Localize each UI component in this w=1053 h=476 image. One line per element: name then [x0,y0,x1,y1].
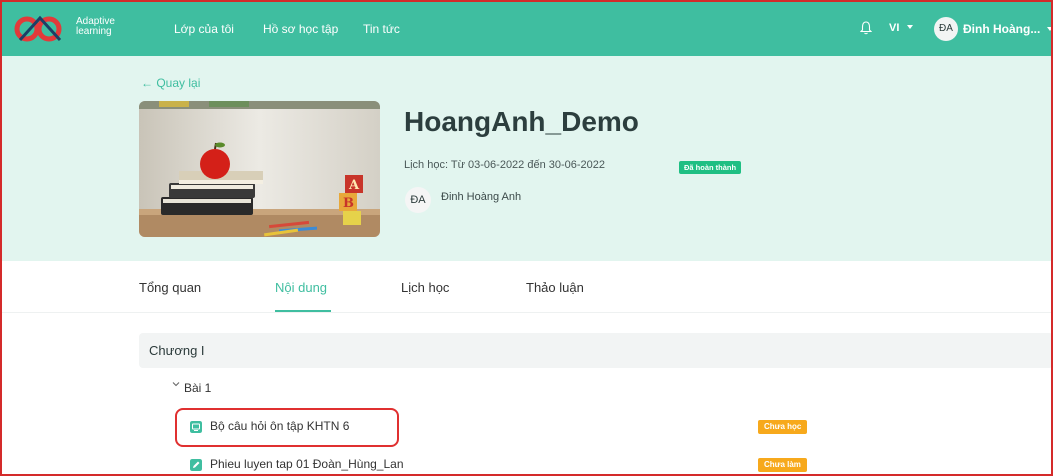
brand-line-2: learning [76,26,112,37]
nav-learning-profile[interactable]: Hồ sơ học tập [263,22,338,36]
status-badge: Đã hoàn thành [679,161,742,174]
status-badge: Chưa học [758,420,808,434]
chapter-header[interactable] [139,333,1053,368]
user-avatar[interactable]: ĐA [934,17,958,41]
course-cover-image: A B [139,101,380,237]
svg-text:B: B [343,196,354,211]
adaptive-learning-logo[interactable] [14,14,66,44]
tab-overview[interactable]: Tổng quan [139,280,201,295]
lesson-title[interactable]: Bài 1 [184,381,211,395]
course-schedule: Lịch học: Từ 03-06-2022 đến 30-06-2022 [404,159,606,171]
tab-content[interactable]: Nội dung [275,280,327,295]
chevron-down-icon[interactable] [172,380,180,388]
bell-icon[interactable] [860,21,872,35]
chevron-down-icon [1047,27,1053,31]
user-menu[interactable]: Đinh Hoàng... [963,22,1040,36]
content-item-label[interactable]: Phieu luyen tap 01 Đoàn_Hùng_Lan [210,457,404,471]
highlight-annotation [175,408,399,447]
teacher-avatar: ĐA [405,187,431,213]
nav-my-classes[interactable]: Lớp của tôi [174,22,234,36]
active-tab-indicator [275,310,331,312]
back-link[interactable]: ← Quay lại [141,76,200,90]
chapter-title: Chương I [149,343,205,358]
tab-discussion[interactable]: Thảo luận [526,280,584,295]
svg-text:A: A [348,178,360,193]
nav-news[interactable]: Tin tức [363,22,400,36]
cover-illustration: A B [139,101,380,237]
brand-text: Adaptive learning [76,17,115,37]
status-badge: Chưa làm [758,458,807,472]
course-title: HoangAnh_Demo [404,106,639,137]
chevron-down-icon [907,25,913,29]
edit-icon [190,459,202,471]
tab-schedule[interactable]: Lịch học [401,280,449,295]
language-selector[interactable]: VI [889,22,899,34]
teacher-name: Đinh Hoàng Anh [441,191,522,203]
